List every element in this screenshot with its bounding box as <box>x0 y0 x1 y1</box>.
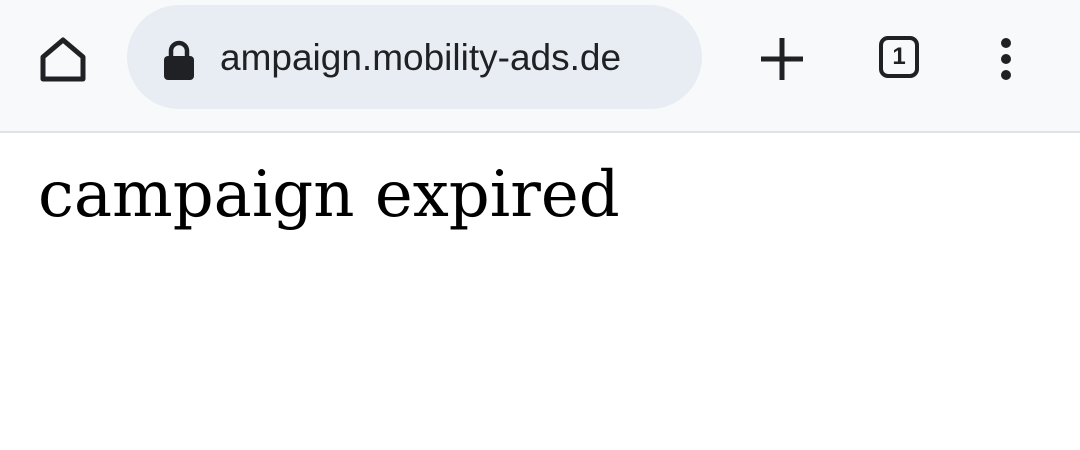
menu-button[interactable] <box>982 28 1030 90</box>
tab-count-label: 1 <box>892 43 906 70</box>
page-heading: campaign expired <box>38 158 620 232</box>
url-text[interactable]: ampaign.mobility-ads.de <box>220 5 682 109</box>
home-button[interactable] <box>30 28 96 90</box>
page-content: campaign expired <box>38 158 620 232</box>
home-icon <box>40 37 86 82</box>
tab-switcher-icon[interactable]: 1 <box>879 36 919 78</box>
plus-icon <box>761 38 803 80</box>
lock-icon <box>164 40 194 80</box>
address-bar[interactable]: ampaign.mobility-ads.de <box>127 5 702 109</box>
browser-toolbar: ampaign.mobility-ads.de 1 <box>0 0 1080 133</box>
kebab-menu-icon <box>1001 38 1011 80</box>
new-tab-button[interactable] <box>752 28 812 90</box>
